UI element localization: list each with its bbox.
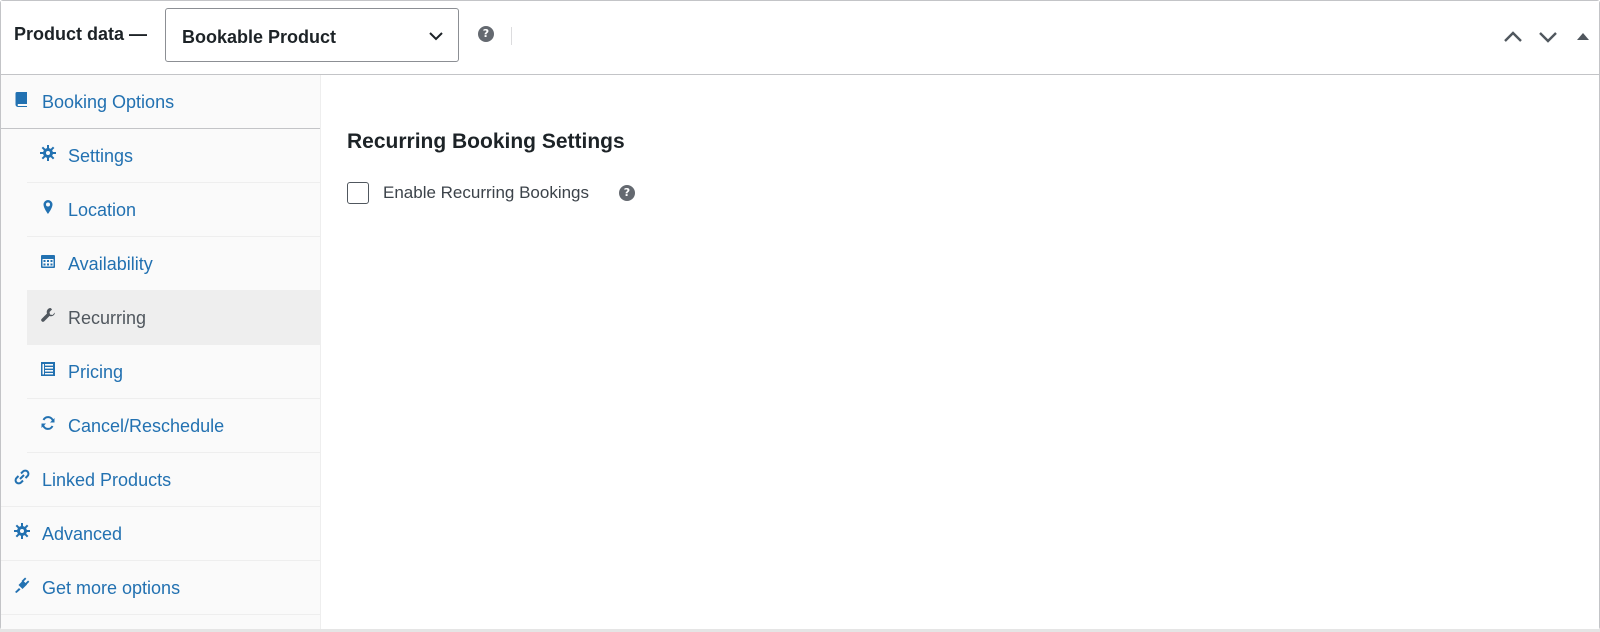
tab-label: Booking Options bbox=[42, 91, 175, 112]
tab-availability[interactable]: Availability bbox=[27, 237, 320, 291]
product-type-select[interactable]: Bookable Product bbox=[165, 8, 459, 62]
chevron-up-icon bbox=[1504, 31, 1522, 42]
book-icon bbox=[14, 91, 30, 107]
gear-icon bbox=[14, 522, 30, 539]
enable-recurring-label[interactable]: Enable Recurring Bookings bbox=[383, 182, 589, 204]
refresh-icon bbox=[40, 415, 56, 431]
toggle-panel-button[interactable] bbox=[1571, 25, 1595, 49]
gear-icon bbox=[40, 144, 56, 161]
plugin-icon bbox=[14, 577, 30, 593]
tab-panel-recurring: Recurring Booking Settings Enable Recurr… bbox=[321, 75, 1599, 630]
tab-label: Get more options bbox=[42, 577, 181, 598]
tab-get-more-options[interactable]: Get more options bbox=[1, 561, 320, 615]
tab-cancel-reschedule[interactable]: Cancel/Reschedule bbox=[27, 399, 320, 453]
tab-label: Advanced bbox=[42, 523, 123, 544]
tab-settings[interactable]: Settings bbox=[27, 129, 320, 183]
header-divider bbox=[511, 27, 512, 45]
calendar-icon bbox=[40, 253, 56, 269]
question-circle-icon[interactable]: ? bbox=[619, 185, 635, 201]
product-data-panel: Product data — Bookable Product ? Bookin… bbox=[0, 0, 1600, 630]
chevron-down-icon bbox=[428, 28, 444, 44]
tab-booking-options[interactable]: Booking Options bbox=[1, 75, 320, 129]
tab-label: Pricing bbox=[68, 361, 124, 382]
chevron-down-icon bbox=[1539, 32, 1557, 43]
wrench-icon bbox=[40, 307, 56, 323]
enable-recurring-checkbox[interactable] bbox=[347, 182, 369, 204]
product-data-tabs: Booking Options Settings Location Availa… bbox=[1, 75, 321, 630]
section-title: Recurring Booking Settings bbox=[347, 130, 625, 153]
product-type-value: Bookable Product bbox=[182, 27, 337, 47]
move-up-button[interactable] bbox=[1501, 25, 1525, 49]
link-icon bbox=[14, 469, 30, 485]
tab-recurring[interactable]: Recurring bbox=[27, 291, 320, 345]
tab-advanced[interactable]: Advanced bbox=[1, 507, 320, 561]
question-circle-icon[interactable]: ? bbox=[478, 26, 494, 42]
tab-label: Availability bbox=[68, 253, 153, 274]
triangle-up-icon bbox=[1577, 33, 1589, 40]
tab-label: Linked Products bbox=[42, 469, 172, 490]
tab-linked-products[interactable]: Linked Products bbox=[1, 453, 320, 507]
list-table-icon bbox=[40, 361, 56, 377]
tab-pricing[interactable]: Pricing bbox=[27, 345, 320, 399]
tab-location[interactable]: Location bbox=[27, 183, 320, 237]
tab-label: Recurring bbox=[68, 307, 147, 328]
panel-title: Product data — bbox=[14, 24, 148, 44]
move-down-button[interactable] bbox=[1536, 25, 1560, 49]
location-pin-icon bbox=[40, 199, 56, 215]
tab-label: Location bbox=[68, 199, 137, 220]
panel-header: Product data — Bookable Product ? bbox=[1, 1, 1599, 75]
tab-label: Cancel/Reschedule bbox=[68, 415, 225, 436]
tab-label: Settings bbox=[68, 145, 134, 166]
